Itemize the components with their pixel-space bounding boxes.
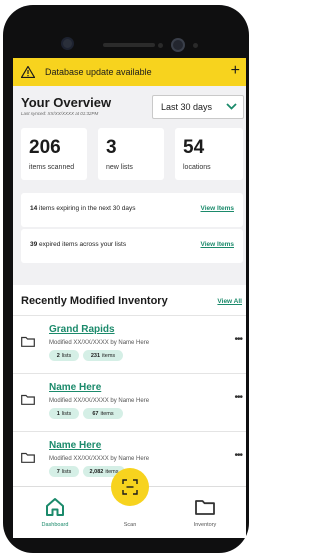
stat-label: new lists xyxy=(106,164,133,171)
iris-scanner xyxy=(173,40,183,50)
nav-item-inventory[interactable]: Inventory xyxy=(175,487,235,538)
folder-icon xyxy=(21,394,35,405)
folder-icon xyxy=(21,452,35,463)
plus-icon[interactable]: + xyxy=(231,62,240,80)
earpiece-speaker xyxy=(103,43,155,47)
nav-label: Dashboard xyxy=(41,522,69,528)
stat-value: 54 xyxy=(183,137,205,158)
section-title: Recently Modified Inventory xyxy=(21,295,168,307)
modified-text: Modified XX/XX/XXXX by Name Here xyxy=(49,398,150,404)
stat-label: locations xyxy=(183,164,211,171)
inventory-name-link[interactable]: Name Here xyxy=(49,440,101,451)
list-item[interactable]: Grand Rapids Modified XX/XX/XXXX by Name… xyxy=(13,315,246,374)
alert-expired: 39 expired items across your lists View … xyxy=(21,229,243,263)
light-sensor xyxy=(193,43,198,48)
stat-card-new-lists[interactable]: 3 new lists xyxy=(98,128,164,180)
modified-text: Modified XX/XX/XXXX by Name Here xyxy=(49,340,150,346)
scan-icon xyxy=(122,479,138,495)
more-options-icon[interactable]: ••• xyxy=(234,450,242,461)
last-synced-text: Last synced: XX/XX/XXXX at 01:32PM xyxy=(21,111,99,116)
folder-icon xyxy=(195,500,215,515)
inventory-name-link[interactable]: Name Here xyxy=(49,382,101,393)
folder-icon xyxy=(21,336,35,347)
alert-text: 39 expired items across your lists xyxy=(30,241,127,248)
update-banner[interactable]: Database update available + xyxy=(13,58,246,86)
items-count-badge: 231 items xyxy=(83,350,123,361)
list-item[interactable]: Name Here Modified XX/XX/XXXX by Name He… xyxy=(13,373,246,432)
stat-card-locations[interactable]: 54 locations xyxy=(175,128,243,180)
view-all-link[interactable]: View All xyxy=(217,298,242,305)
scan-button[interactable] xyxy=(111,468,149,506)
stat-value: 3 xyxy=(106,137,117,158)
app-screen: Database update available + Your Overvie… xyxy=(13,58,246,538)
chevron-down-icon xyxy=(226,103,237,110)
nav-item-dashboard[interactable]: Dashboard xyxy=(25,487,85,538)
modified-text: Modified XX/XX/XXXX by Name Here xyxy=(49,456,150,462)
home-icon xyxy=(46,498,64,516)
lists-count-badge: 1 lists xyxy=(49,408,79,419)
nav-label: Scan xyxy=(123,522,137,528)
more-options-icon[interactable]: ••• xyxy=(234,392,242,403)
alert-text: 14 items expiring in the next 30 days xyxy=(30,205,136,212)
stat-card-items-scanned[interactable]: 206 items scanned xyxy=(21,128,87,180)
period-select[interactable]: Last 30 days xyxy=(152,95,244,119)
stat-label: items scanned xyxy=(29,164,75,171)
lists-count-badge: 2 lists xyxy=(49,350,79,361)
inventory-name-link[interactable]: Grand Rapids xyxy=(49,324,115,335)
nav-label: Inventory xyxy=(193,522,217,528)
view-items-link[interactable]: View Items xyxy=(201,205,234,212)
period-select-value: Last 30 days xyxy=(161,102,213,112)
more-options-icon[interactable]: ••• xyxy=(234,334,242,345)
items-count-badge: 67 items xyxy=(83,408,123,419)
phone-frame: Database update available + Your Overvie… xyxy=(3,5,249,553)
lists-count-badge: 7 lists xyxy=(49,466,79,477)
proximity-sensor xyxy=(158,43,163,48)
view-items-link[interactable]: View Items xyxy=(201,241,234,248)
warning-triangle-icon xyxy=(21,66,35,78)
stat-value: 206 xyxy=(29,137,61,158)
alert-expiring-soon: 14 items expiring in the next 30 days Vi… xyxy=(21,193,243,227)
overview-title: Your Overview xyxy=(21,95,112,110)
front-camera xyxy=(63,39,72,48)
banner-text: Database update available xyxy=(45,67,152,77)
